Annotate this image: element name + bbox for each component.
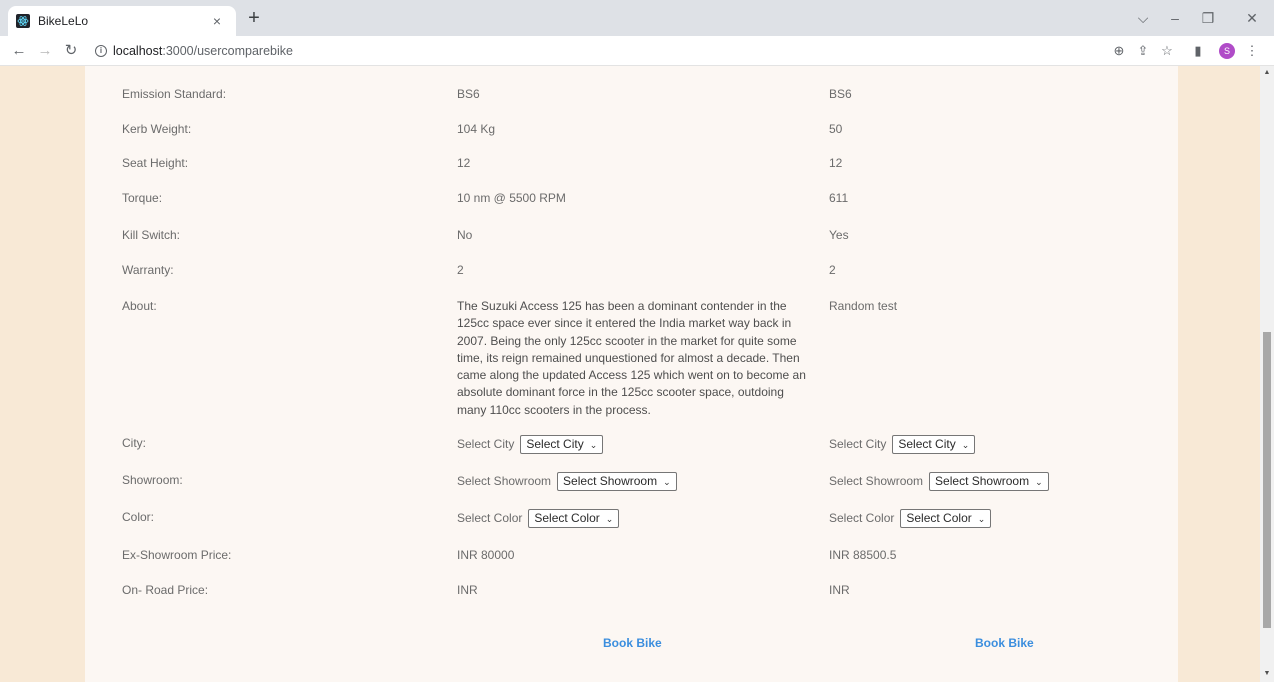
forward-arrow-icon[interactable]: → (34, 40, 56, 62)
scrollbar-thumb[interactable] (1263, 332, 1271, 628)
close-window-button[interactable]: ✕ (1237, 6, 1267, 30)
minimize-button[interactable]: – (1160, 6, 1190, 30)
tab-search-icon[interactable]: ⌵ (1128, 6, 1158, 30)
url-host: localhost (113, 44, 163, 58)
select-value: Select City (898, 437, 956, 451)
new-tab-button[interactable]: + (242, 8, 266, 30)
on-road-price-bike2: INR (829, 583, 850, 597)
select-prompt: Select Showroom (829, 474, 924, 488)
browser-tab-bar: BikeLeLo × + ⌵ – ❐ ✕ (0, 0, 1274, 36)
side-panel-icon[interactable]: ▮ (1189, 42, 1207, 60)
about-line: 125cc space ever since it entered the In… (457, 316, 792, 331)
chevron-down-icon: ⌄ (663, 477, 671, 487)
address-bar[interactable]: localhost:3000/usercomparebike (113, 44, 293, 58)
color-select-bike2[interactable]: Select Color ⌄ (900, 509, 992, 528)
spec-label: About: (122, 299, 157, 313)
zoom-icon[interactable]: ⊕ (1110, 42, 1128, 60)
chevron-down-icon: ⌄ (1035, 477, 1043, 487)
spec-value-bike1: 104 Kg (457, 122, 496, 136)
compare-card: Emission Standard: BS6 BS6 Kerb Weight: … (85, 66, 1178, 682)
chevron-down-icon: ⌄ (977, 514, 986, 524)
spec-value-bike1: BS6 (457, 87, 480, 101)
about-text-bike1: The Suzuki Access 125 has been a dominan… (457, 298, 827, 419)
on-road-price-bike1: INR (457, 583, 478, 597)
spec-label: City: (122, 436, 146, 450)
about-line: came along the updated Access 125 which … (457, 368, 806, 383)
menu-kebab-icon[interactable]: ⋮ (1243, 42, 1261, 60)
url-path: :3000/usercomparebike (162, 44, 293, 58)
bookmark-star-icon[interactable]: ☆ (1158, 42, 1176, 60)
select-value: Select Color (906, 511, 972, 525)
spec-value-bike2: 611 (829, 191, 849, 205)
spec-label: Ex-Showroom Price: (122, 548, 232, 562)
vertical-scrollbar[interactable]: ▲ ▼ (1260, 66, 1274, 682)
page-background: Emission Standard: BS6 BS6 Kerb Weight: … (0, 66, 1274, 682)
select-prompt: Select Showroom (457, 474, 552, 488)
browser-toolbar: ← → ↻ i localhost:3000/usercomparebike ⊕… (0, 36, 1274, 66)
tab-title: BikeLeLo (38, 14, 89, 28)
about-line: absolute dominant force in the 125cc sco… (457, 385, 784, 400)
about-line: The Suzuki Access 125 has been a dominan… (457, 299, 787, 313)
back-arrow-icon[interactable]: ← (8, 40, 30, 62)
scroll-down-arrow-icon[interactable]: ▼ (1263, 670, 1271, 677)
spec-value-bike2: 2 (829, 263, 836, 277)
spec-label: Seat Height: (122, 156, 189, 170)
chevron-down-icon: ⌄ (961, 440, 970, 450)
showroom-select-bike1[interactable]: Select Showroom ⌄ (557, 472, 677, 491)
select-value: Select City (526, 437, 584, 451)
about-line: time, its reign remained unquestioned fo… (457, 350, 800, 365)
spec-label: Emission Standard: (122, 87, 227, 101)
about-line: many 110cc scooters in the process. (457, 402, 651, 417)
color-select-bike1[interactable]: Select Color ⌄ (528, 509, 620, 528)
react-favicon-icon (16, 14, 30, 28)
spec-value-bike2: Yes (829, 228, 849, 242)
share-icon[interactable]: ⇪ (1134, 42, 1152, 60)
chevron-down-icon: ⌄ (605, 514, 614, 524)
spec-value-bike2: BS6 (829, 87, 852, 101)
profile-avatar[interactable]: S (1219, 43, 1235, 59)
tab-close-icon[interactable]: × (208, 12, 226, 30)
spec-label: Warranty: (122, 263, 174, 277)
scroll-up-arrow-icon[interactable]: ▲ (1263, 69, 1271, 76)
spec-label: Color: (122, 510, 155, 524)
showroom-select-group-bike1: Select Showroom Select Showroom ⌄ (457, 472, 827, 491)
showroom-select-bike2[interactable]: Select Showroom ⌄ (929, 472, 1049, 491)
book-bike-button-bike2[interactable]: Book Bike (975, 636, 1034, 650)
spec-value-bike2: 12 (829, 156, 843, 170)
select-prompt: Select Color (829, 511, 895, 525)
spec-value-bike1: No (457, 228, 473, 242)
city-select-bike2[interactable]: Select City ⌄ (892, 435, 976, 454)
restore-button[interactable]: ❐ (1193, 6, 1223, 30)
chevron-down-icon: ⌄ (589, 440, 598, 450)
spec-label: Kill Switch: (122, 228, 181, 242)
select-value: Select Color (534, 511, 600, 525)
about-text-bike2: Random test (829, 299, 898, 313)
spec-value-bike2: 50 (829, 122, 843, 136)
select-value: Select Showroom (935, 474, 1030, 488)
color-select-group-bike1: Select Color Select Color ⌄ (457, 509, 827, 528)
city-select-group-bike1: Select City Select City ⌄ (457, 435, 827, 454)
select-prompt: Select City (457, 437, 515, 451)
select-value: Select Showroom (563, 474, 658, 488)
site-info-icon[interactable]: i (95, 45, 107, 57)
spec-value-bike1: 10 nm @ 5500 RPM (457, 191, 566, 205)
city-select-bike1[interactable]: Select City ⌄ (520, 435, 604, 454)
spec-value-bike1: 12 (457, 156, 471, 170)
spec-value-bike1: 2 (457, 263, 464, 277)
browser-tab[interactable]: BikeLeLo × (8, 6, 236, 36)
spec-label: Kerb Weight: (122, 122, 192, 136)
spec-label: Showroom: (122, 473, 183, 487)
about-line: 2007. Being the only 125cc scooter in th… (457, 333, 797, 348)
city-select-group-bike2: Select City Select City ⌄ (829, 435, 1169, 454)
showroom-select-group-bike2: Select Showroom Select Showroom ⌄ (829, 472, 1169, 491)
ex-showroom-price-bike1: INR 80000 (457, 548, 515, 562)
color-select-group-bike2: Select Color Select Color ⌄ (829, 509, 1169, 528)
reload-icon[interactable]: ↻ (60, 40, 82, 62)
spec-label: Torque: (122, 191, 163, 205)
spec-label: On- Road Price: (122, 583, 209, 597)
ex-showroom-price-bike2: INR 88500.5 (829, 548, 897, 562)
select-prompt: Select City (829, 437, 887, 451)
select-prompt: Select Color (457, 511, 523, 525)
book-bike-button-bike1[interactable]: Book Bike (603, 636, 662, 650)
